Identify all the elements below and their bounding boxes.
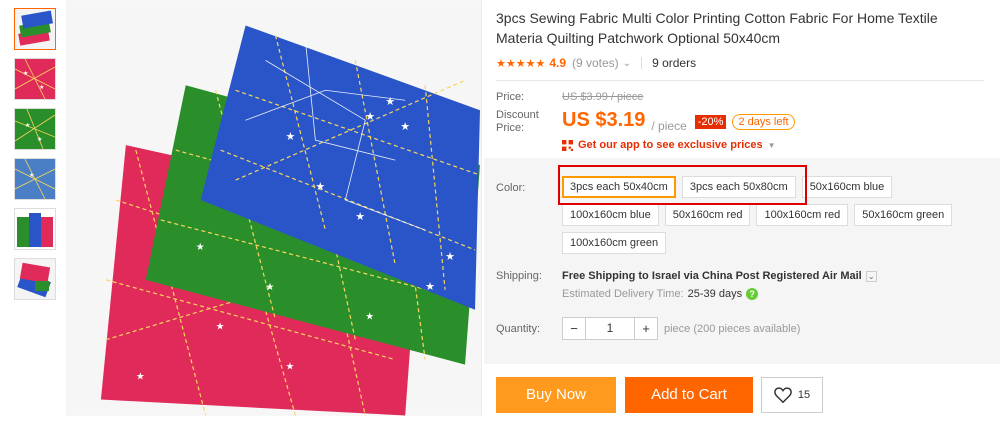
svg-text:★: ★ [355, 211, 365, 223]
per-piece-label: / piece [651, 119, 687, 133]
price-label: Price: [496, 91, 525, 103]
svg-text:★: ★ [425, 281, 435, 293]
thumbnail-4[interactable]: ★ [14, 158, 56, 200]
svg-text:★: ★ [445, 251, 455, 263]
svg-text:★: ★ [25, 122, 30, 129]
rating-row: ★★★★★ 4.9 (9 votes) ⌄ 9 orders [496, 56, 984, 81]
estimate-label: Estimated Delivery Time: [562, 288, 684, 300]
app-promo-link[interactable]: Get our app to see exclusive prices ▼ [562, 139, 990, 151]
divider [641, 57, 643, 69]
quantity-stepper: − 1 + [562, 317, 658, 340]
svg-text:★: ★ [29, 172, 34, 179]
delivery-estimate: Estimated Delivery Time: 25-39 days ? [562, 288, 877, 300]
sku-option[interactable]: 100x160cm green [562, 232, 667, 254]
heart-icon [774, 387, 792, 403]
sku-option[interactable]: 3pcs each 50x80cm [681, 176, 796, 198]
rating-stars-icon: ★★★★★ [496, 57, 546, 70]
quantity-label: Quantity: [496, 322, 541, 335]
quantity-input[interactable]: 1 [585, 318, 635, 339]
shipping-method[interactable]: Free Shipping to Israel via China Post R… [562, 270, 877, 282]
orders-count: 9 orders [652, 56, 697, 70]
svg-text:★: ★ [37, 136, 42, 143]
original-price: US $3.99 / piece [562, 91, 644, 103]
svg-text:★: ★ [216, 322, 225, 333]
color-options: 3pcs each 50x40cm 3pcs each 50x80cm 50x1… [562, 176, 982, 260]
chevron-down-icon[interactable]: ⌄ [865, 270, 877, 282]
discount-label: Discount Price: [496, 109, 539, 134]
app-promo-text: Get our app to see exclusive prices [578, 139, 763, 151]
sku-option[interactable]: 3pcs each 50x40cm [562, 176, 676, 198]
question-icon[interactable]: ? [746, 288, 759, 300]
sku-option[interactable]: 100x160cm blue [562, 204, 659, 226]
svg-text:★: ★ [400, 121, 410, 133]
svg-text:★: ★ [365, 312, 374, 323]
price-row: Price: US $3.99 / piece [496, 91, 990, 103]
thumbnail-3[interactable]: ★ ★ [14, 108, 56, 150]
discount-row: Discount Price: US $3.19 / piece -20% 2 … [496, 109, 990, 135]
color-selector: Color: 3pcs each 50x40cm 3pcs each 50x80… [496, 176, 982, 260]
add-to-cart-button[interactable]: Add to Cart [625, 377, 753, 413]
svg-text:★: ★ [39, 84, 44, 91]
decrement-button[interactable]: − [563, 318, 585, 339]
wishlist-button[interactable]: 15 [761, 377, 823, 413]
chevron-down-icon[interactable]: ⌄ [623, 58, 631, 69]
product-title: 3pcs Sewing Fabric Multi Color Printing … [496, 10, 938, 46]
svg-text:★: ★ [285, 131, 295, 143]
rating-value: 4.9 [549, 56, 566, 70]
estimate-days: 25-39 days [687, 288, 743, 300]
increment-button[interactable]: + [635, 318, 657, 339]
buy-now-button[interactable]: Buy Now [496, 377, 616, 413]
main-product-image[interactable]: ★★★★★ ★★★★ ★★★★★★★★ [66, 0, 482, 416]
discount-percent-badge: -20% [694, 115, 727, 129]
svg-text:★: ★ [315, 181, 325, 193]
shipping-row: Shipping: Free Shipping to Israel via Ch… [496, 270, 877, 300]
sku-option[interactable]: 50x160cm blue [801, 176, 893, 198]
sku-option[interactable]: 100x160cm red [756, 204, 849, 226]
triangle-down-icon: ▼ [767, 140, 776, 150]
color-label: Color: [496, 182, 526, 194]
svg-text:★: ★ [385, 96, 395, 108]
svg-text:★: ★ [196, 242, 205, 253]
action-buttons: Buy Now Add to Cart 15 [496, 377, 823, 413]
shipping-method-text: Free Shipping to Israel via China Post R… [562, 270, 862, 282]
thumbnail-5[interactable] [14, 208, 56, 250]
quantity-available: piece (200 pieces available) [664, 322, 801, 335]
thumbnail-list: ★ ★ ★ ★ ★ [14, 8, 60, 308]
sku-option[interactable]: 50x160cm green [854, 204, 953, 226]
thumbnail-6[interactable] [14, 258, 56, 300]
votes-link[interactable]: (9 votes) [572, 56, 619, 70]
svg-text:★: ★ [23, 70, 28, 77]
thumbnail-1[interactable] [14, 8, 56, 50]
qr-code-icon [562, 139, 573, 151]
product-info: 3pcs Sewing Fabric Multi Color Printing … [496, 0, 990, 151]
wishlist-count: 15 [797, 389, 811, 401]
thumbnail-2[interactable]: ★ ★ [14, 58, 56, 100]
svg-text:★: ★ [365, 111, 375, 123]
days-left-badge: 2 days left [732, 114, 795, 130]
quantity-row: Quantity: − 1 + piece (200 pieces availa… [496, 317, 800, 340]
sku-option[interactable]: 50x160cm red [664, 204, 751, 226]
shipping-label: Shipping: [496, 270, 542, 282]
discount-price: US $3.19 [562, 109, 646, 131]
svg-text:★: ★ [285, 362, 294, 373]
svg-text:★: ★ [136, 372, 145, 383]
svg-text:★: ★ [266, 282, 275, 293]
